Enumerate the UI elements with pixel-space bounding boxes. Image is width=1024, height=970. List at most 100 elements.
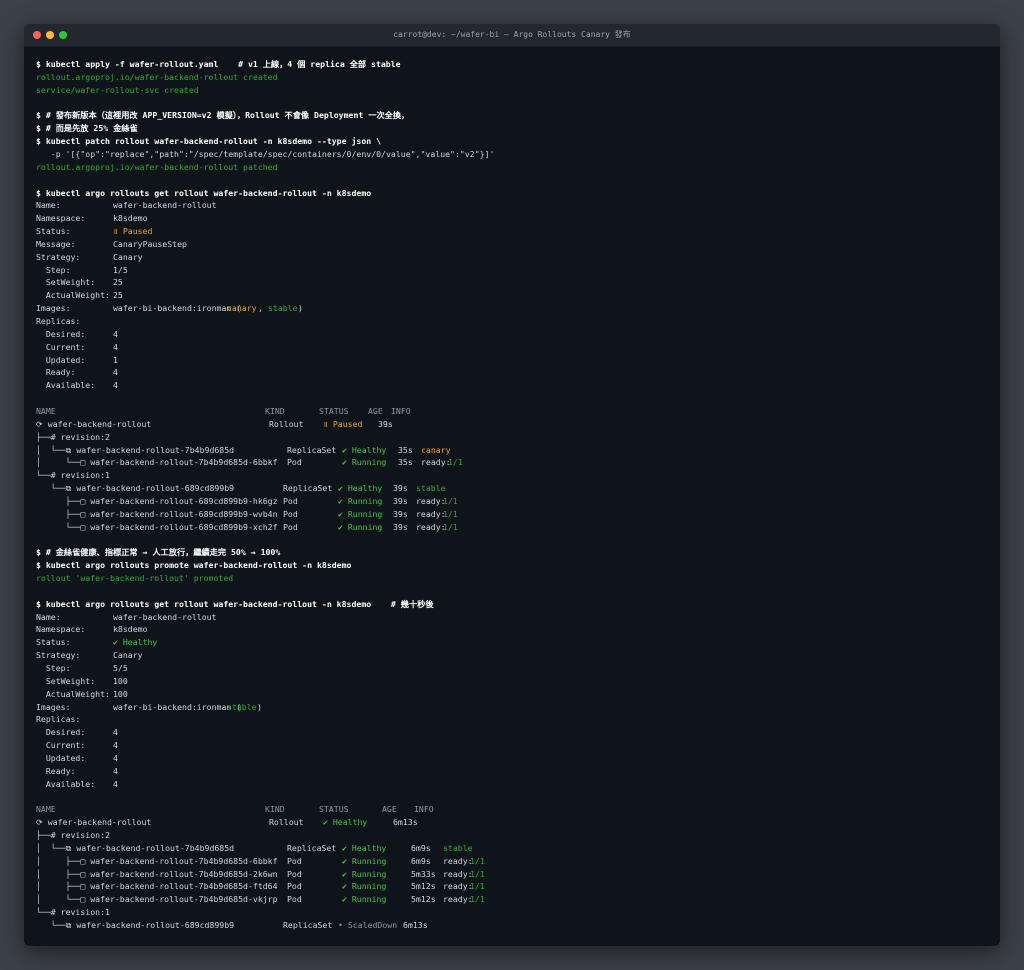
terminal-line: rollout 'wafer-backend-rollout' promoted — [36, 572, 986, 584]
terminal-text: Current: — [36, 341, 86, 352]
terminal-text: │ └──□ wafer-backend-rollout-7b4b9d685d-… — [36, 457, 278, 468]
terminal-text: ready: — [443, 855, 473, 866]
terminal-text: ⟳ wafer-backend-rollout — [36, 418, 152, 429]
terminal-line: │ └──⧉ wafer-backend-rollout-7b4b9d685d R… — [36, 444, 986, 456]
terminal-line: │ └──□ wafer-backend-rollout-7b4b9d685d-… — [36, 456, 986, 468]
terminal-text: 5m33s — [411, 868, 436, 879]
terminal-line: $ # 金絲雀健康、指標正常 → 人工放行，繼續走完 50% → 100% — [36, 546, 986, 558]
terminal-text: ActualWeight: — [36, 688, 110, 699]
terminal-text: Ready: — [36, 367, 76, 378]
terminal-line: NAME KIND STATUS AGE INFO — [36, 405, 986, 417]
title-bar: carrot@dev: ~/wafer-bi — Argo Rollouts C… — [24, 24, 1000, 47]
terminal-text: KIND — [265, 804, 285, 815]
terminal-line: Ready: 4 — [36, 765, 986, 777]
terminal-line: Available: 4 — [36, 778, 986, 790]
terminal-text: SetWeight: — [36, 675, 96, 686]
terminal-text: 1/1 — [470, 855, 485, 866]
terminal-line: ⟳ wafer-backend-rollout Rollout ॥ Paused 39… — [36, 418, 986, 430]
terminal-text: ॥ Paused — [113, 226, 153, 237]
terminal-text: Available: — [36, 380, 96, 391]
terminal-text: $ kubectl argo rollouts get rollout wafe… — [36, 598, 434, 609]
terminal-text: ✔ Healthy — [342, 842, 387, 853]
terminal-line: $ kubectl argo rollouts promote wafer-ba… — [36, 559, 986, 571]
terminal-text: 4 — [113, 328, 118, 339]
terminal-text: Pod — [283, 508, 298, 519]
terminal-text: ├──# revision:2 — [36, 431, 110, 442]
terminal-line: ActualWeight: 25 — [36, 289, 986, 301]
terminal-line: $ kubectl patch rollout wafer-backend-ro… — [36, 135, 986, 147]
terminal-text: Current: — [36, 740, 86, 751]
terminal-text: ready: — [416, 495, 446, 506]
terminal-line: $ kubectl argo rollouts get rollout wafe… — [36, 187, 986, 199]
terminal-text: Pod — [283, 521, 298, 532]
terminal-text: rollout 'wafer-backend-rollout' promoted — [36, 573, 234, 583]
terminal-line: Replicas: — [36, 315, 986, 327]
terminal-line: NAME KIND STATUS AGE INFO — [36, 803, 986, 815]
terminal-line: Status: ॥ Paused — [36, 225, 986, 237]
terminal-line: Desired: 4 — [36, 726, 986, 738]
terminal-line: │ └──⧉ wafer-backend-rollout-7b4b9d685d R… — [36, 842, 986, 854]
terminal-line: Namespace: k8sdemo — [36, 212, 986, 224]
terminal-text: 4 — [113, 765, 118, 776]
terminal-line: $ kubectl argo rollouts get rollout wafe… — [36, 598, 986, 610]
terminal-text: 1/5 — [113, 264, 128, 275]
terminal-text: Status: — [36, 226, 71, 237]
terminal-line: Status: ✔ Healthy — [36, 636, 986, 648]
terminal-text: Updated: — [36, 354, 86, 365]
terminal-text: Updated: — [36, 752, 86, 763]
terminal-text: Canary — [113, 650, 143, 661]
terminal-line: ├──□ wafer-backend-rollout-689cd899b9-hk… — [36, 495, 986, 507]
terminal-text: Desired: — [36, 727, 86, 738]
terminal-text: 25 — [113, 290, 123, 301]
terminal-text: service/wafer-rollout-svc created — [36, 84, 199, 95]
terminal-line: Desired: 4 — [36, 328, 986, 340]
terminal-text: Available: — [36, 778, 96, 789]
terminal-text: Rollout — [269, 418, 304, 429]
terminal-text: 4 — [113, 727, 118, 738]
terminal-line: Name: wafer-backend-rollout — [36, 199, 986, 211]
terminal-line: Name: wafer-backend-rollout — [36, 611, 986, 623]
terminal-text: └──□ wafer-backend-rollout-689cd899b9-xc… — [36, 521, 278, 532]
terminal-text: ready: — [416, 508, 446, 519]
terminal-text: Replicas: — [36, 316, 81, 326]
terminal-text: , — [258, 303, 268, 314]
terminal-text: k8sdemo — [113, 213, 148, 224]
terminal-text: Strategy: — [36, 251, 81, 262]
terminal-text: NAME — [36, 405, 56, 416]
terminal-text: Replicas: — [36, 714, 81, 725]
terminal-text: │ ├──□ wafer-backend-rollout-7b4b9d685d-… — [36, 868, 278, 879]
terminal-text: Pod — [287, 894, 302, 905]
terminal-text: 100 — [113, 688, 128, 699]
terminal-text: ⟳ wafer-backend-rollout — [36, 817, 152, 828]
terminal-text: ✔ Healthy — [342, 444, 387, 455]
terminal-line: │ ├──□ wafer-backend-rollout-7b4b9d685d-… — [36, 855, 986, 867]
terminal-text: 6m9s — [411, 855, 431, 866]
terminal-text: AGE — [382, 804, 397, 815]
terminal-text: ✔ Healthy — [323, 817, 368, 828]
terminal-text: ├──□ wafer-backend-rollout-689cd899b9-hk… — [36, 495, 278, 506]
terminal-text: KIND — [265, 405, 285, 416]
terminal-line: └──⧉ wafer-backend-rollout-689cd899b9 Rep… — [36, 482, 986, 494]
terminal-line: Images: wafer-bi-backend:ironman (canary,… — [36, 302, 986, 314]
terminal-text: SetWeight: — [36, 277, 96, 288]
terminal-text: 1/1 — [470, 881, 485, 892]
terminal-line: Replicas: — [36, 713, 986, 725]
terminal-text: │ ├──□ wafer-backend-rollout-7b4b9d685d-… — [36, 881, 278, 892]
terminal-text: ├──# revision:2 — [36, 830, 110, 840]
terminal-text: 5/5 — [113, 662, 128, 673]
terminal-text: canary — [421, 444, 451, 455]
terminal-text: 1/1 — [443, 495, 458, 506]
terminal-text: $ # 而是先放 25% 金絲雀 — [36, 123, 138, 134]
terminal-text: ready: — [443, 881, 473, 892]
terminal-text: ActualWeight: — [36, 290, 110, 301]
terminal-text: Canary — [113, 251, 143, 262]
terminal-text: Message: — [36, 238, 76, 249]
terminal-text: rollout.argoproj.io/wafer-backend-rollou… — [36, 161, 278, 172]
terminal-text: $ # 金絲雀健康、指標正常 → 人工放行，繼續走完 50% → 100% — [36, 547, 281, 558]
terminal-text: │ └──⧉ wafer-backend-rollout-7b4b9d685d — [36, 842, 235, 853]
terminal-text: └──⧉ wafer-backend-rollout-689cd899b9 — [36, 919, 235, 930]
terminal-line: Updated: 4 — [36, 752, 986, 764]
terminal-text: 6m9s — [411, 842, 431, 853]
